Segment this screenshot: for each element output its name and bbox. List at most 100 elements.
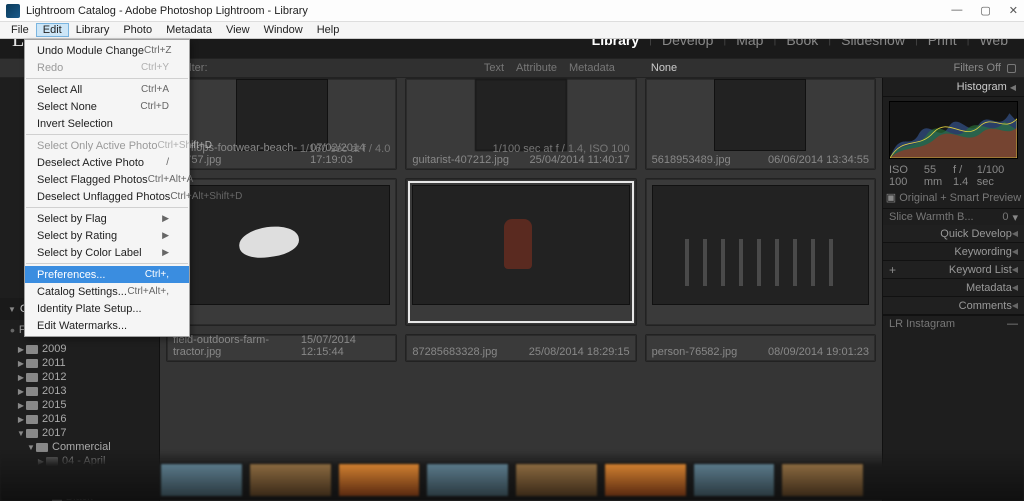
folder-2011[interactable]: ▶2011	[0, 356, 159, 370]
tag-row[interactable]: LR Instagram —	[883, 315, 1024, 331]
lock-icon[interactable]	[1007, 64, 1016, 73]
right-panel: Histogram ◀ ISO 100 55 mm f / 1.4 1/100 …	[882, 78, 1024, 501]
panel-keywording[interactable]: Keywording ◀	[883, 243, 1024, 261]
folder-2012[interactable]: ▶ 2012	[0, 370, 159, 384]
chevron-right-icon: ▶	[162, 247, 169, 258]
menu-metadata[interactable]: Metadata	[159, 23, 219, 37]
folder-icon	[26, 345, 38, 354]
tree-label: 2012	[42, 371, 66, 383]
menuitem-preferences[interactable]: Preferences...Ctrl+,	[25, 266, 189, 283]
tree-label: 2015	[42, 399, 66, 411]
chevron-left-icon: ◀	[1012, 247, 1018, 256]
menu-edit[interactable]: Edit	[36, 23, 69, 37]
menuitem-identity-plate-setup[interactable]: Identity Plate Setup...	[25, 300, 189, 317]
window-close[interactable]: ✕	[1009, 4, 1018, 17]
chevron-right-icon: ▶	[16, 373, 26, 382]
filter-none[interactable]: None	[651, 62, 677, 74]
menuitem-undo-module-change[interactable]: Undo Module ChangeCtrl+Z	[25, 42, 189, 59]
filter-text[interactable]: Text	[484, 62, 504, 74]
menu-view[interactable]: View	[219, 23, 257, 37]
filters-off-label[interactable]: Filters Off	[954, 62, 1001, 74]
chevron-down-icon: ▼	[16, 429, 26, 438]
panel-comments[interactable]: Comments ◀	[883, 297, 1024, 315]
date: 08/09/2014 19:01:23	[768, 346, 869, 358]
grid-cell[interactable]: 5618953489.jpg 06/06/2014 13:34:55	[645, 78, 876, 170]
grid-cell[interactable]: field-outdoors-farm-tractor.jpg15/07/201…	[166, 334, 397, 362]
date: 15/07/2014 12:15:44	[301, 334, 390, 358]
folder-icon	[26, 387, 38, 396]
thumbnail[interactable]	[173, 185, 390, 305]
thumbnail[interactable]	[475, 79, 567, 151]
menu-library[interactable]: Library	[69, 23, 117, 37]
grid-cell[interactable]	[645, 178, 876, 326]
histogram-header[interactable]: Histogram ◀	[883, 78, 1024, 97]
thumbnail[interactable]	[714, 79, 806, 151]
chevron-down-icon: ▼	[8, 305, 16, 314]
date: 06/06/2014 13:34:55	[768, 154, 869, 166]
grid-cell[interactable]	[405, 178, 636, 326]
menuitem-select-by-flag[interactable]: Select by Flag▶	[25, 210, 189, 227]
chevron-left-icon: ◀	[1012, 265, 1018, 274]
filename: field-outdoors-farm-tractor.jpg	[173, 334, 301, 358]
folder-icon	[26, 429, 38, 438]
grid-cell[interactable]: 1/100 sec at f / 1.4, ISO 100guitarist-4…	[405, 78, 636, 170]
chevron-left-icon: ◀	[1012, 283, 1018, 292]
menu-help[interactable]: Help	[310, 23, 347, 37]
menu-file[interactable]: File	[4, 23, 36, 37]
menu-bar[interactable]: FileEditLibraryPhotoMetadataViewWindowHe…	[0, 22, 1024, 39]
menuitem-deselect-active-photo[interactable]: Deselect Active Photo/	[25, 154, 189, 171]
histogram-sub: ▣ Original + Smart Preview	[883, 191, 1024, 209]
menuitem-select-by-color-label[interactable]: Select by Color Label▶	[25, 244, 189, 261]
grid-cell[interactable]: 87285683328.jpg25/08/2014 18:29:15	[405, 334, 636, 362]
slider-row[interactable]: Slice Warmth B... 0 ▾	[883, 209, 1024, 225]
menuitem-catalog-settings[interactable]: Catalog Settings...Ctrl+Alt+,	[25, 283, 189, 300]
folder-2013[interactable]: ▶2013	[0, 384, 159, 398]
menu-window[interactable]: Window	[257, 23, 310, 37]
window-maximize[interactable]: ▢	[980, 4, 990, 17]
folder-2016[interactable]: ▶2016	[0, 412, 159, 426]
plus-icon[interactable]: +	[889, 263, 896, 277]
tree-label: 2017	[42, 427, 66, 439]
tree-label: 2009	[42, 343, 66, 355]
thumbnail[interactable]	[412, 185, 629, 305]
app-icon	[6, 4, 20, 18]
filename: 5618953489.jpg	[652, 154, 731, 166]
minus-icon[interactable]: —	[1007, 318, 1018, 330]
tree-label: 2016	[42, 413, 66, 425]
grid-cell[interactable]: 1/160 sec at f / 4.0flip-flops-footwear-…	[166, 78, 397, 170]
thumbnail[interactable]	[652, 185, 869, 305]
chevron-right-icon: ▶	[16, 387, 26, 396]
folder-2017[interactable]: ▼ 2017	[0, 426, 159, 440]
thumbnail-grid[interactable]: 1/160 sec at f / 4.0flip-flops-footwear-…	[160, 78, 882, 501]
folder-icon	[26, 373, 38, 382]
folder-2009[interactable]: ▶2009	[0, 342, 159, 356]
menuitem-deselect-unflagged-photos[interactable]: Deselect Unflagged PhotosCtrl+Alt+Shift+…	[25, 188, 189, 205]
chevron-right-icon: ▶	[16, 401, 26, 410]
menuitem-select-flagged-photos[interactable]: Select Flagged PhotosCtrl+Alt+A	[25, 171, 189, 188]
filter-attribute[interactable]: Attribute	[516, 62, 557, 74]
menuitem-select-only-active-photo: Select Only Active PhotoCtrl+Shift+D	[25, 137, 189, 154]
date: 25/08/2014 18:29:15	[529, 346, 630, 358]
filmstrip[interactable]	[0, 451, 1024, 501]
folder-2015[interactable]: ▶ 2015	[0, 398, 159, 412]
chevron-right-icon: ▶	[162, 213, 169, 224]
menuitem-invert-selection[interactable]: Invert Selection	[25, 115, 189, 132]
menu-photo[interactable]: Photo	[116, 23, 159, 37]
filename: person-76582.jpg	[652, 346, 738, 358]
thumbnail[interactable]	[236, 79, 328, 151]
edit-menu[interactable]: Undo Module ChangeCtrl+ZRedoCtrl+YSelect…	[24, 39, 190, 337]
menuitem-select-none[interactable]: Select NoneCtrl+D	[25, 98, 189, 115]
panel-metadata[interactable]: Metadata ◀	[883, 279, 1024, 297]
window-minimize[interactable]: —	[951, 4, 962, 17]
panel-quick-develop[interactable]: Quick Develop ◀	[883, 225, 1024, 243]
panel-keyword-list[interactable]: +Keyword List ◀	[883, 261, 1024, 279]
menuitem-edit-watermarks[interactable]: Edit Watermarks...	[25, 317, 189, 334]
filter-metadata[interactable]: Metadata	[569, 62, 615, 74]
histogram-info: ISO 100 55 mm f / 1.4 1/100 sec	[883, 163, 1024, 191]
histogram[interactable]	[889, 101, 1018, 159]
menuitem-select-all[interactable]: Select AllCtrl+A	[25, 81, 189, 98]
menuitem-select-by-rating[interactable]: Select by Rating▶	[25, 227, 189, 244]
grid-cell[interactable]: person-76582.jpg 08/09/2014 19:01:23	[645, 334, 876, 362]
chevron-right-icon: ▶	[16, 359, 26, 368]
chevron-left-icon: ◀	[1012, 229, 1018, 238]
